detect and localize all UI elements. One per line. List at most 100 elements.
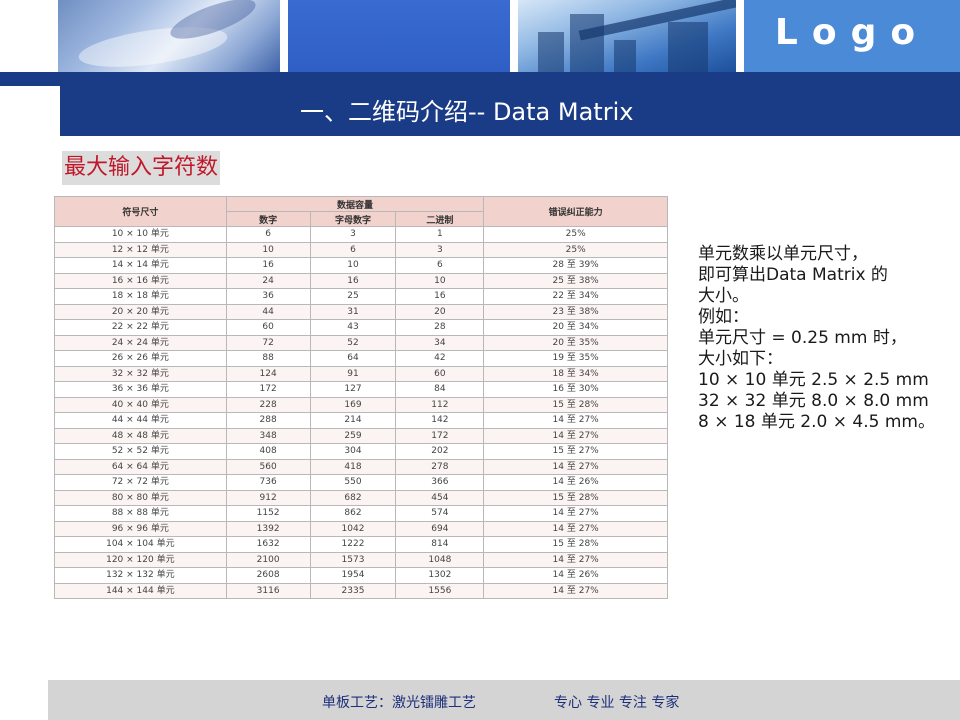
cell-symbol-size: 80 × 80 单元 (54, 489, 227, 506)
cell-numeric: 1632 (225, 536, 311, 553)
cell-symbol-size: 12 × 12 单元 (54, 241, 227, 258)
building-shape (570, 14, 604, 72)
title-band: 一、二维码介绍-- Data Matrix (60, 72, 960, 136)
cell-numeric: 2608 (225, 567, 311, 584)
section-heading: 最大输入字符数 (62, 151, 221, 185)
cell-binary: 10 (395, 272, 485, 289)
cell-numeric: 560 (225, 458, 311, 475)
cell-binary: 172 (395, 427, 485, 444)
header-alphanumeric: 字母数字 (309, 211, 397, 227)
cell-alphanumeric: 16 (309, 272, 397, 289)
table-row: 88 × 88 单元 1152 862 574 14 至 27% (54, 505, 668, 522)
explanation-line: 8 × 18 单元 2.0 × 4.5 mm。 (698, 412, 935, 432)
cell-alphanumeric: 127 (309, 381, 397, 398)
cell-error-correction: 23 至 38% (483, 303, 668, 320)
logo: Logo (774, 12, 930, 53)
table-row: 18 × 18 单元 36 25 16 22 至 34% (54, 288, 668, 305)
cell-numeric: 912 (225, 489, 311, 506)
cell-symbol-size: 144 × 144 单元 (54, 582, 227, 599)
cell-binary: 1048 (395, 551, 485, 568)
cell-symbol-size: 72 × 72 单元 (54, 474, 227, 491)
table-row: 20 × 20 单元 44 31 20 23 至 38% (54, 303, 668, 320)
logo-box: Logo (744, 0, 960, 72)
cell-symbol-size: 18 × 18 单元 (54, 288, 227, 305)
table-row: 52 × 52 单元 408 304 202 15 至 27% (54, 443, 668, 460)
footer-slogan: 专心 专业 专注 专家 (554, 695, 680, 711)
cell-numeric: 16 (225, 257, 311, 274)
header-photo-hands (58, 0, 280, 72)
table-row: 72 × 72 单元 736 550 366 14 至 26% (54, 474, 668, 491)
explanation-line: 即可算出Data Matrix 的 (698, 265, 888, 285)
cell-symbol-size: 40 × 40 单元 (54, 396, 227, 413)
table-row: 14 × 14 单元 16 10 6 28 至 39% (54, 257, 668, 274)
building-shape (538, 32, 564, 72)
cell-binary: 278 (395, 458, 485, 475)
table-row: 48 × 48 单元 348 259 172 14 至 27% (54, 427, 668, 444)
building-shape (668, 22, 708, 72)
cell-binary: 3 (395, 241, 485, 258)
cell-symbol-size: 10 × 10 单元 (54, 226, 227, 243)
capacity-table-wrapper: 符号尺寸 数据容量 错误纠正能力 数字 字母数字 二进制 10 × 10 单元 6… (54, 196, 668, 599)
cell-numeric: 36 (225, 288, 311, 305)
cell-alphanumeric: 3 (309, 226, 397, 243)
explanation-line: 大小。 (698, 286, 749, 306)
cell-error-correction: 14 至 27% (483, 458, 668, 475)
table-row: 22 × 22 单元 60 43 28 20 至 34% (54, 319, 668, 336)
cell-alphanumeric: 25 (309, 288, 397, 305)
cell-numeric: 172 (225, 381, 311, 398)
explanation-line: 32 × 32 单元 8.0 × 8.0 mm (698, 391, 929, 411)
cell-symbol-size: 120 × 120 单元 (54, 551, 227, 568)
cell-symbol-size: 26 × 26 单元 (54, 350, 227, 367)
table-row: 64 × 64 单元 560 418 278 14 至 27% (54, 458, 668, 475)
table-row: 144 × 144 单元 3116 2335 1556 14 至 27% (54, 582, 668, 599)
explanation-line: 大小如下： (698, 349, 783, 369)
cell-alphanumeric: 169 (309, 396, 397, 413)
capacity-table: 符号尺寸 数据容量 错误纠正能力 数字 字母数字 二进制 10 × 10 单元 6… (54, 196, 668, 599)
header-image-strip: Logo (0, 0, 960, 72)
cell-binary: 6 (395, 257, 485, 274)
cell-numeric: 348 (225, 427, 311, 444)
cell-binary: 814 (395, 536, 485, 553)
table-row: 44 × 44 单元 288 214 142 14 至 27% (54, 412, 668, 429)
cell-alphanumeric: 43 (309, 319, 397, 336)
footer-process-text: 单板工艺：激光镭雕工艺 (322, 695, 476, 711)
explanation-line: 单元数乘以单元尺寸， (698, 244, 868, 264)
cell-binary: 60 (395, 365, 485, 382)
cell-binary: 16 (395, 288, 485, 305)
cell-alphanumeric: 6 (309, 241, 397, 258)
cell-binary: 84 (395, 381, 485, 398)
table-row: 10 × 10 单元 6 3 1 25% (54, 226, 668, 243)
cell-numeric: 736 (225, 474, 311, 491)
cell-alphanumeric: 52 (309, 334, 397, 351)
cell-error-correction: 14 至 26% (483, 474, 668, 491)
cell-binary: 454 (395, 489, 485, 506)
cell-numeric: 44 (225, 303, 311, 320)
cell-symbol-size: 20 × 20 单元 (54, 303, 227, 320)
cell-error-correction: 14 至 27% (483, 520, 668, 537)
table-body: 10 × 10 单元 6 3 1 25% 12 × 12 单元 10 6 3 25% 14 × 14… (54, 226, 668, 599)
cell-binary: 1302 (395, 567, 485, 584)
cell-numeric: 10 (225, 241, 311, 258)
cell-alphanumeric: 1954 (309, 567, 397, 584)
cell-symbol-size: 96 × 96 单元 (54, 520, 227, 537)
cell-error-correction: 15 至 28% (483, 536, 668, 553)
table-row: 36 × 36 单元 172 127 84 16 至 30% (54, 381, 668, 398)
cell-symbol-size: 88 × 88 单元 (54, 505, 227, 522)
cell-numeric: 3116 (225, 582, 311, 599)
header-symbol-size: 符号尺寸 (54, 196, 227, 227)
cell-error-correction: 15 至 27% (483, 443, 668, 460)
cell-numeric: 288 (225, 412, 311, 429)
cell-numeric: 1152 (225, 505, 311, 522)
cell-symbol-size: 22 × 22 单元 (54, 319, 227, 336)
cell-alphanumeric: 214 (309, 412, 397, 429)
cell-symbol-size: 132 × 132 单元 (54, 567, 227, 584)
cell-numeric: 124 (225, 365, 311, 382)
cell-alphanumeric: 91 (309, 365, 397, 382)
cell-binary: 112 (395, 396, 485, 413)
cell-error-correction: 14 至 26% (483, 567, 668, 584)
cell-numeric: 60 (225, 319, 311, 336)
cell-error-correction: 20 至 34% (483, 319, 668, 336)
cell-binary: 28 (395, 319, 485, 336)
cell-alphanumeric: 31 (309, 303, 397, 320)
cell-alphanumeric: 418 (309, 458, 397, 475)
